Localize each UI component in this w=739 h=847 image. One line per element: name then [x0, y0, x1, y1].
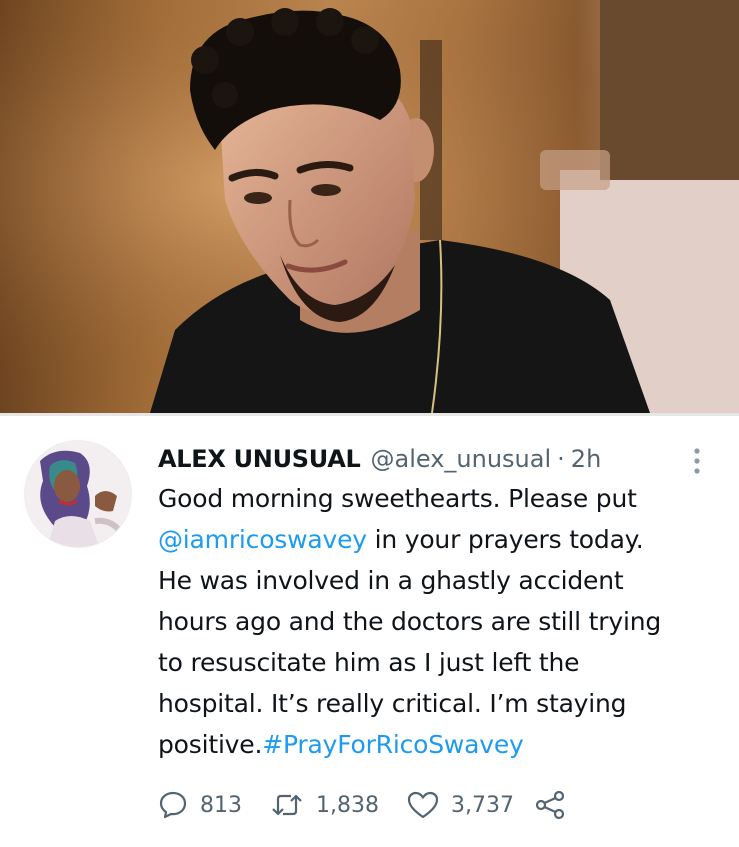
tweet-text-segment: hours ago and the doctors are still tryi…: [158, 607, 662, 636]
reply-count: 813: [200, 792, 242, 818]
portrait-image: [0, 0, 739, 413]
retweet-arrows-icon: [272, 794, 302, 816]
tweet-line: He was involved in a ghastly accident: [158, 560, 718, 601]
author-name[interactable]: ALEX UNUSUAL: [158, 445, 361, 473]
tweet-text-segment: hospital. It’s really critical. I’m stay…: [158, 689, 627, 718]
retweet-button[interactable]: 1,838: [270, 790, 379, 820]
separator-dot: ·: [557, 445, 565, 473]
tweet-text-segment: He was involved in a ghastly accident: [158, 566, 624, 595]
heart-icon: [407, 791, 439, 819]
tweet-text-segment: Good morning sweethearts. Please put: [158, 484, 637, 513]
tweet-line: hospital. It’s really critical. I’m stay…: [158, 683, 718, 724]
tweet-actions: 813 1,838 3,737: [158, 785, 678, 825]
like-button[interactable]: 3,737: [407, 790, 514, 820]
reply-button[interactable]: 813: [158, 790, 242, 820]
retweet-count: 1,838: [316, 792, 379, 818]
tweet-header: ALEX UNUSUAL @alex_unusual · 2h: [158, 440, 718, 478]
tweet-line: Good morning sweethearts. Please put: [158, 478, 718, 519]
hashtag-link[interactable]: #PrayForRicoSwavey: [262, 730, 524, 759]
share-button[interactable]: [534, 790, 566, 820]
timestamp[interactable]: 2h: [571, 445, 601, 473]
tweet-line: hours ago and the doctors are still tryi…: [158, 601, 718, 642]
tweet-line: positive.#PrayForRicoSwavey: [158, 724, 718, 765]
tweet-line: to resuscitate him as I just left the: [158, 642, 718, 683]
author-handle[interactable]: @alex_unusual: [371, 445, 552, 473]
tweet-photo[interactable]: [0, 0, 739, 413]
share-nodes-icon: [535, 790, 565, 820]
tweet-line: @iamricoswavey in your prayers today.: [158, 519, 718, 560]
speech-bubble-icon: [159, 791, 187, 819]
tweet-text-segment: to resuscitate him as I just left the: [158, 648, 580, 677]
avatar-image: [25, 441, 131, 547]
mention-link[interactable]: @iamricoswavey: [158, 525, 367, 554]
avatar[interactable]: [24, 440, 132, 548]
vertical-ellipsis-icon: [694, 448, 700, 474]
tweet: ALEX UNUSUAL @alex_unusual · 2h Good mor…: [158, 440, 718, 765]
like-count: 3,737: [450, 792, 514, 818]
more-options-button[interactable]: [690, 446, 704, 476]
photo-divider: [0, 413, 739, 416]
tweet-text-segment: positive.: [158, 730, 263, 759]
tweet-text: Good morning sweethearts. Please put @ia…: [158, 478, 718, 765]
tweet-text-segment: in your prayers today.: [366, 525, 644, 554]
